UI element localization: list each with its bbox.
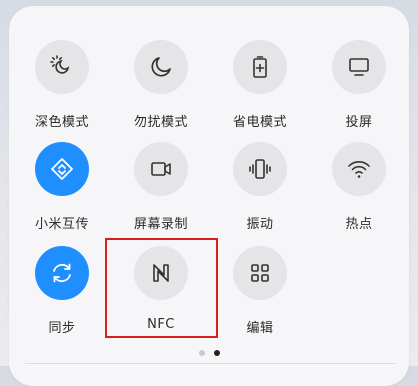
vibrate-button[interactable] <box>233 142 287 196</box>
screen-cast-button[interactable] <box>332 40 386 94</box>
tile-label: 热点 <box>345 217 373 232</box>
nfc-highlight-box <box>105 238 218 338</box>
battery-saver-icon <box>253 56 267 78</box>
divider <box>25 363 395 364</box>
sync-icon <box>53 263 71 283</box>
tile-label: 同步 <box>48 321 76 336</box>
tile-label: 编辑 <box>246 321 274 336</box>
tile-sync[interactable]: 同步 <box>12 238 112 338</box>
moon-icon <box>151 57 171 77</box>
page-dot-active[interactable] <box>214 350 220 356</box>
screen-record-icon <box>151 162 171 176</box>
dark-mode-button[interactable] <box>35 40 89 94</box>
page-indicator[interactable] <box>199 350 220 356</box>
battery-saver-button[interactable] <box>233 40 287 94</box>
tile-label: 小米互传 <box>34 217 89 232</box>
vibrate-icon <box>249 159 271 179</box>
dark-mode-icon <box>50 55 70 74</box>
tile-vibrate[interactable]: 振动 <box>210 134 310 234</box>
tile-mi-share[interactable]: 小米互传 <box>12 134 112 234</box>
mi-share-icon <box>51 158 73 180</box>
screen-cast-icon <box>349 58 369 76</box>
tile-label: 投屏 <box>345 115 373 130</box>
tile-label: 深色模式 <box>34 115 89 130</box>
tile-dark-mode[interactable]: 深色模式 <box>12 32 112 132</box>
tile-label: 屏幕录制 <box>133 217 188 232</box>
tile-screen-record[interactable]: 屏幕录制 <box>111 134 211 234</box>
tile-label: 振动 <box>246 217 274 232</box>
screen-record-button[interactable] <box>134 142 188 196</box>
mi-share-button[interactable] <box>35 142 89 196</box>
tile-edit[interactable]: 编辑 <box>210 238 310 338</box>
do-not-disturb-button[interactable] <box>134 40 188 94</box>
tile-label: 省电模式 <box>232 115 287 130</box>
page-dot[interactable] <box>199 350 205 356</box>
sync-button[interactable] <box>35 246 89 300</box>
edit-grid-icon <box>251 264 269 282</box>
hotspot-button[interactable] <box>332 142 386 196</box>
hotspot-icon <box>348 161 370 178</box>
edit-button[interactable] <box>233 246 287 300</box>
tile-hotspot[interactable]: 热点 <box>309 134 409 234</box>
tile-do-not-disturb[interactable]: 勿扰模式 <box>111 32 211 132</box>
tile-battery-saver[interactable]: 省电模式 <box>210 32 310 132</box>
tile-screen-cast[interactable]: 投屏 <box>309 32 409 132</box>
tile-label: 勿扰模式 <box>133 115 188 130</box>
